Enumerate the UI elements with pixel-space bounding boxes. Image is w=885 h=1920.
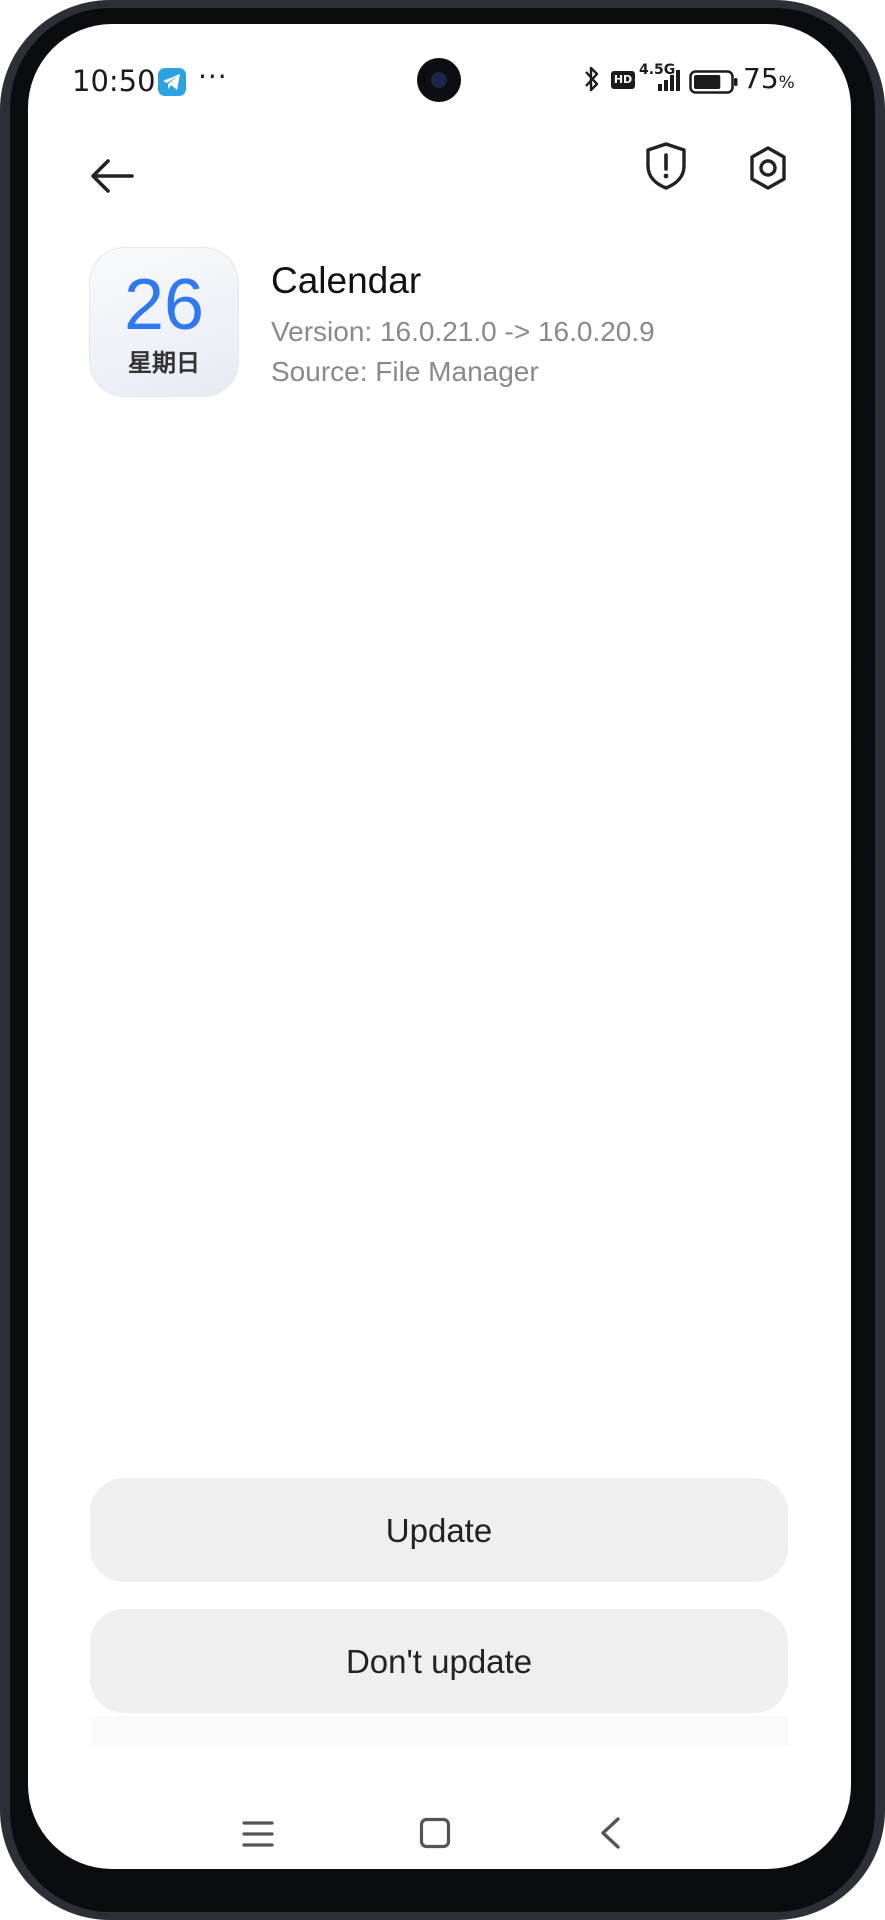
- status-bar: 10:50 ··· HD 4.5G 75%: [28, 24, 851, 134]
- update-button[interactable]: Update: [90, 1478, 788, 1582]
- app-icon-weekday: 星期日: [128, 349, 200, 377]
- battery-percent-unit: %: [778, 73, 795, 93]
- menu-icon[interactable]: [242, 1819, 274, 1849]
- screen: 10:50 ··· HD 4.5G 75% 26 星期日 Calendar Ve…: [28, 24, 851, 1869]
- front-camera: [417, 58, 461, 102]
- app-name: Calendar: [271, 260, 422, 301]
- home-icon[interactable]: [419, 1817, 451, 1849]
- app-icon-day: 26: [123, 265, 205, 345]
- power-button: [877, 400, 885, 670]
- shield-alert-icon[interactable]: [642, 140, 690, 192]
- app-source: Source: File Manager: [271, 356, 539, 387]
- arrow-left-icon[interactable]: [86, 150, 138, 202]
- hd-icon: HD: [611, 71, 635, 89]
- app-icon: 26 星期日: [89, 247, 239, 397]
- telegram-icon: [158, 68, 186, 96]
- app-version: Version: 16.0.21.0 -> 16.0.20.9: [271, 316, 655, 347]
- bluetooth-icon: [585, 66, 599, 92]
- battery-percent-value: 75: [743, 62, 779, 95]
- volume-button: [877, 740, 885, 860]
- settings-gear-icon[interactable]: [746, 144, 790, 192]
- back-chevron-icon[interactable]: [598, 1816, 624, 1850]
- battery-icon: [689, 70, 738, 94]
- more-dots-icon: ···: [198, 60, 228, 93]
- battery-percent: 75%: [743, 62, 795, 95]
- status-time: 10:50: [72, 64, 156, 98]
- dont-update-button[interactable]: Don't update: [90, 1609, 788, 1713]
- button-area-shadow: [90, 1716, 788, 1746]
- signal-icon: [658, 70, 680, 91]
